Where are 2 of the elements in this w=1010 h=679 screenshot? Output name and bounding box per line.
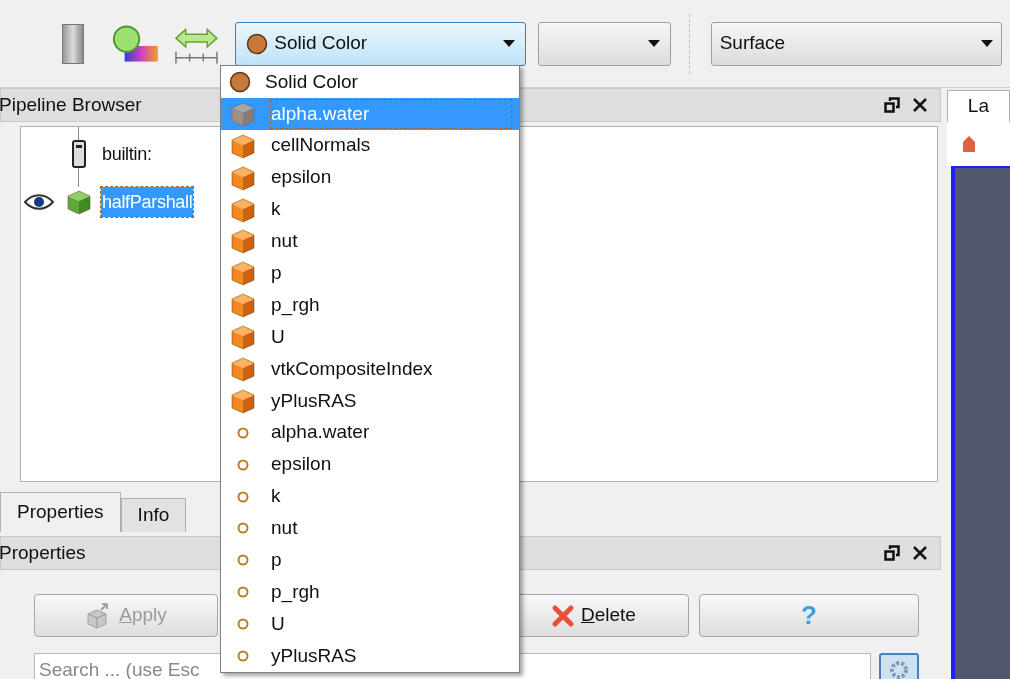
- panel-title: Properties: [0, 540, 86, 565]
- panel-title: Pipeline Browser: [0, 92, 142, 117]
